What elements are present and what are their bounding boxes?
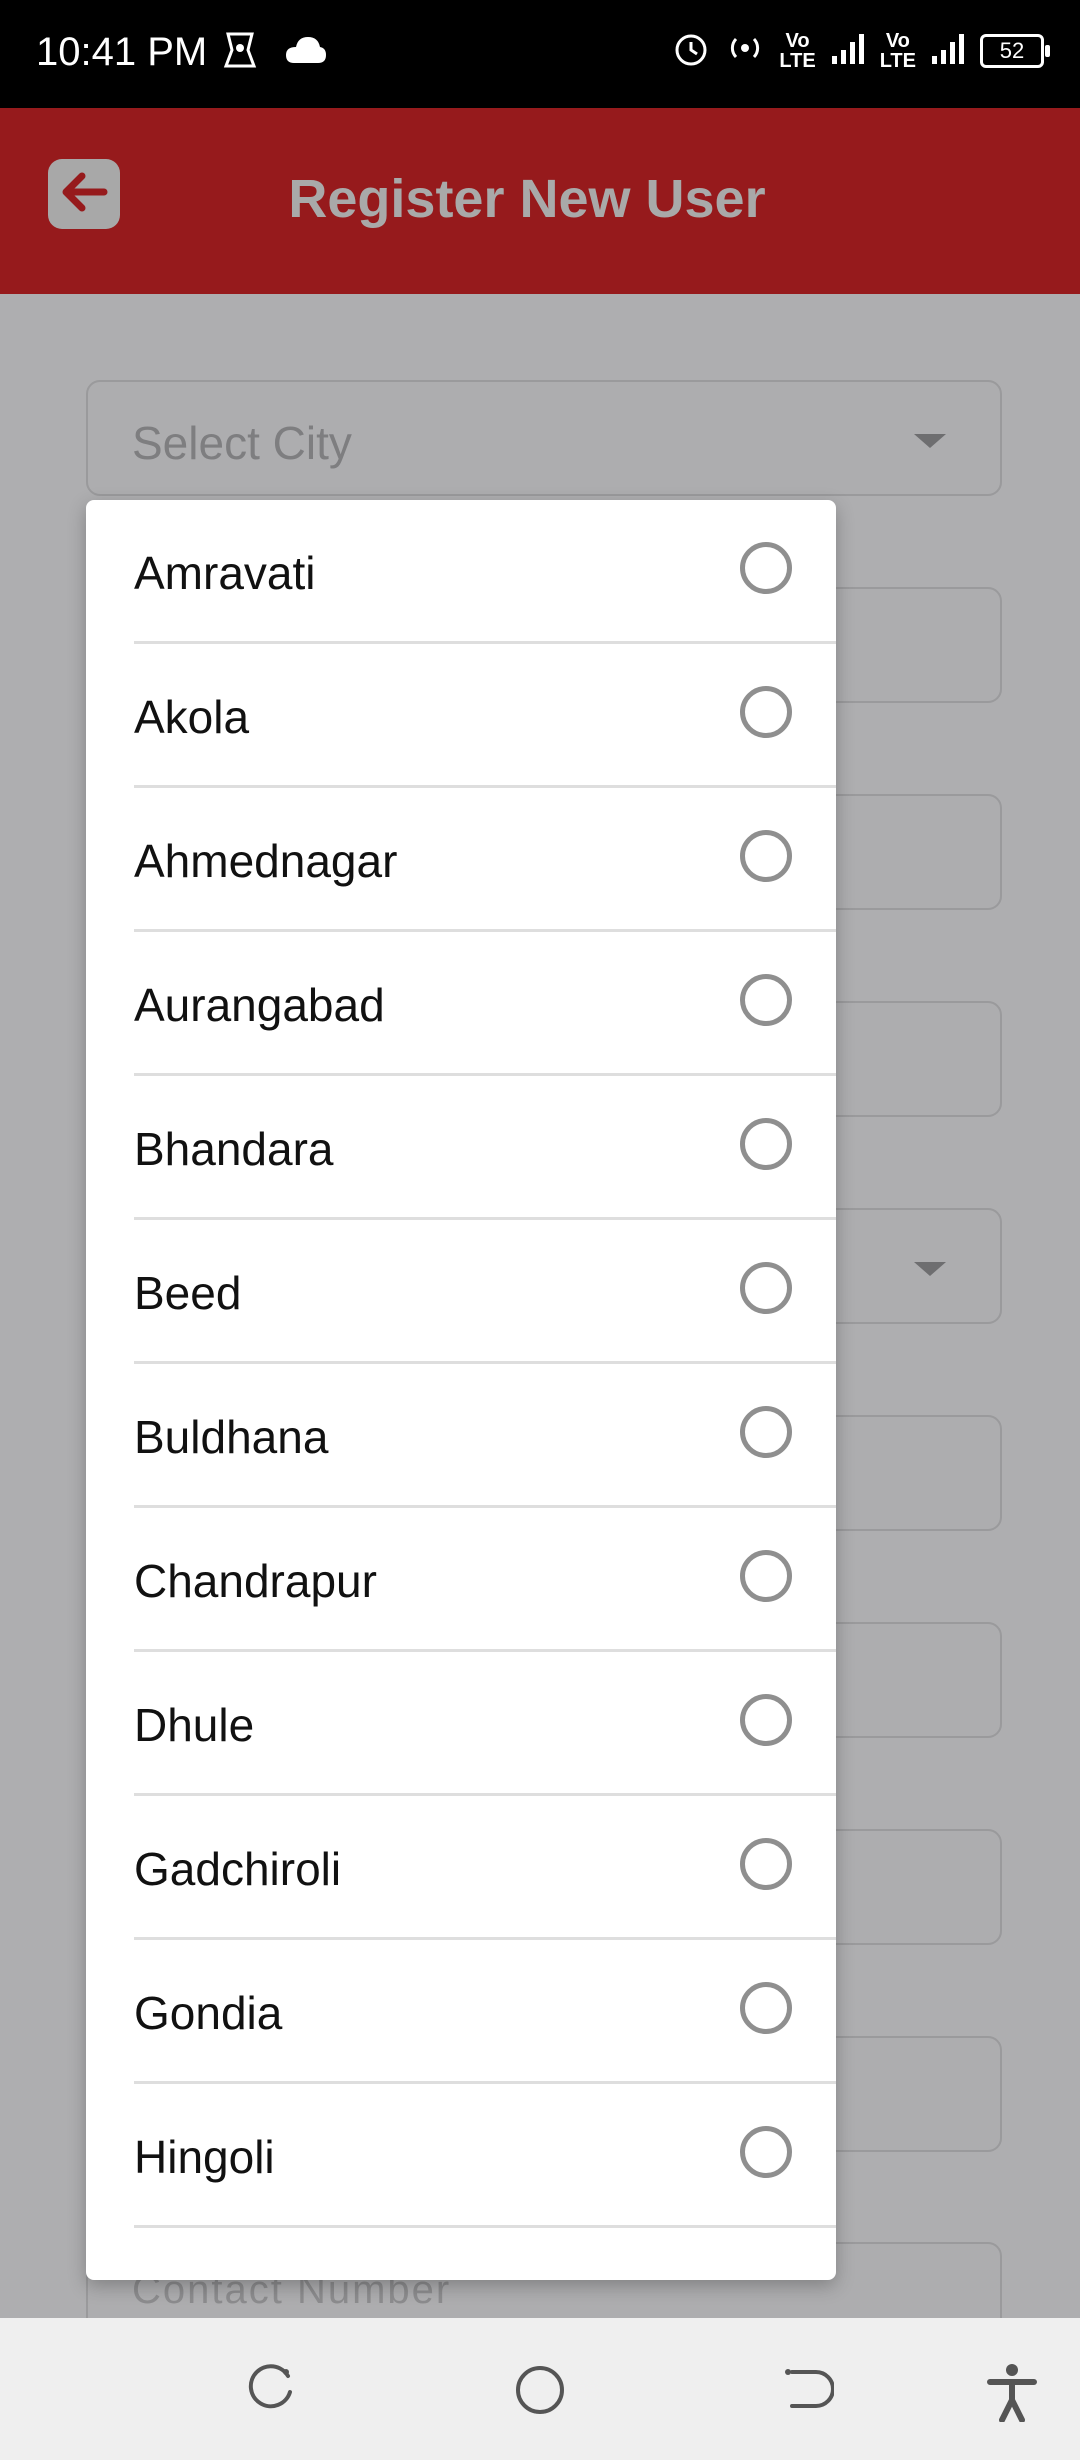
radio-button[interactable] [740,2126,792,2178]
city-option[interactable]: Hingoli [134,2084,836,2228]
city-option[interactable]: Dhule [134,1652,836,1796]
radio-button[interactable] [740,974,792,1026]
accessibility-icon[interactable] [984,2362,1040,2427]
volte-label-2: Vo LTE [879,29,916,72]
radio-button[interactable] [740,1838,792,1890]
city-option[interactable]: Amravati [134,500,836,644]
city-option[interactable]: Ahmednagar [134,788,836,932]
city-option-label: Beed [134,1267,242,1319]
city-option[interactable]: Akola [134,644,836,788]
notification-app-icon [218,28,262,77]
city-option[interactable]: Buldhana [134,1364,836,1508]
page-title: Register New User [288,169,766,229]
city-option[interactable]: Beed [134,1220,836,1364]
city-option[interactable]: Gadchiroli [134,1796,836,1940]
radio-button[interactable] [740,542,792,594]
chevron-down-icon [914,1262,946,1276]
back-icon[interactable] [780,2362,835,2421]
app-bar: Register New User [0,108,1080,294]
radio-button[interactable] [740,1550,792,1602]
radio-button[interactable] [740,1262,792,1314]
city-option-label: Bhandara [134,1123,334,1175]
city-option-label: Gadchiroli [134,1843,342,1895]
city-option[interactable]: Gondia [134,1940,836,2084]
city-option-label: Aurangabad [134,979,385,1031]
city-option-label: Amravati [134,547,316,599]
signal-icon [830,32,866,69]
battery-level: 52 [999,37,1025,63]
city-select[interactable]: Select City [86,380,1002,496]
city-option-label: Chandrapur [134,1555,377,1607]
chevron-down-icon [914,434,946,448]
city-select-dialog: Amravati Akola Ahmednagar Aurangabad Bha… [86,500,836,2280]
alarm-icon [671,28,711,73]
city-option[interactable]: Aurangabad [134,932,836,1076]
radio-button[interactable] [740,1694,792,1746]
volte-label-1: Vo LTE [779,29,816,72]
city-option[interactable]: Bhandara [134,1076,836,1220]
radio-button[interactable] [740,830,792,882]
cloud-icon [284,35,328,70]
city-option-label: Buldhana [134,1411,329,1463]
battery-icon: 52 [980,33,1050,68]
recents-icon[interactable] [244,2362,298,2421]
radio-button[interactable] [740,1982,792,2034]
status-bar: 10:41 PM Vo LTE Vo LTE 52 [0,0,1080,108]
city-select-placeholder: Select City [132,417,352,469]
signal-icon [930,32,966,69]
home-icon[interactable] [512,2362,568,2423]
city-option[interactable]: Chandrapur [134,1508,836,1652]
hotspot-icon [725,28,765,73]
city-option-label: Hingoli [134,2131,275,2183]
radio-button[interactable] [740,1406,792,1458]
radio-button[interactable] [740,686,792,738]
city-option-label: Gondia [134,1987,283,2039]
city-option-label: Dhule [134,1699,255,1751]
radio-button[interactable] [740,1118,792,1170]
system-nav-bar [0,2318,1080,2460]
city-option-label: Ahmednagar [134,835,398,887]
status-time: 10:41 PM [36,30,208,74]
city-option-label: Akola [134,691,250,743]
